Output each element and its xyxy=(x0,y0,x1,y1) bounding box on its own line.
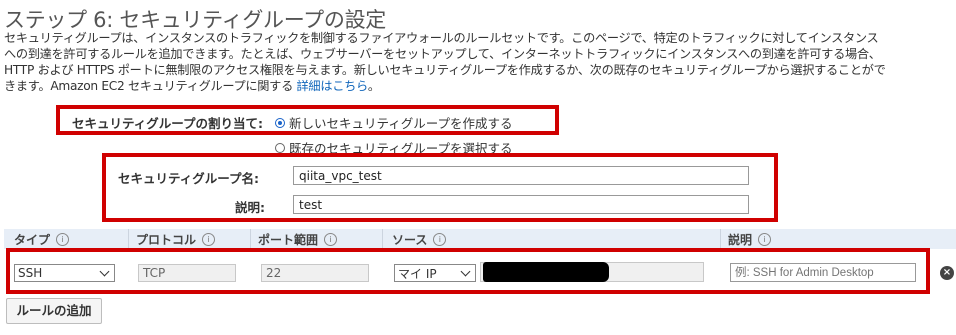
description-line-1: セキュリティグループは、インスタンスのトラフィックを制御するファイアウォールのル… xyxy=(4,31,879,45)
assign-label: セキュリティグループの割り当て: xyxy=(72,116,263,131)
radio-create-new[interactable]: 新しいセキュリティグループを作成する xyxy=(275,113,513,132)
header-type-label: タイプ xyxy=(14,233,51,247)
info-icon[interactable]: i xyxy=(758,233,772,246)
description-line-2: への到達を許可するルールを追加できます。たとえば、ウェブサーバーをセットアップし… xyxy=(4,47,881,61)
header-protocol-label: プロトコル xyxy=(136,233,197,247)
header-source: ソース i xyxy=(392,231,447,248)
header-port-range: ポート範囲 i xyxy=(258,231,338,248)
header-divider xyxy=(128,229,129,249)
radio-create-new-icon[interactable] xyxy=(275,117,285,128)
source-select[interactable]: マイ IP xyxy=(394,264,476,282)
info-icon[interactable]: i xyxy=(324,233,338,246)
header-divider xyxy=(250,229,251,249)
delete-rule-icon[interactable]: × xyxy=(940,266,954,280)
chevron-down-icon xyxy=(99,266,110,276)
group-description-label: 説明: xyxy=(235,200,265,215)
info-icon[interactable]: i xyxy=(433,233,447,246)
header-divider xyxy=(720,229,721,249)
description-line-4: きます。Amazon EC2 セキュリティグループに関する xyxy=(4,79,297,93)
type-select[interactable]: SSH xyxy=(14,264,115,282)
info-icon[interactable]: i xyxy=(202,233,216,246)
details-suffix: 。 xyxy=(367,79,380,93)
protocol-field: TCP xyxy=(138,264,236,282)
port-range-field: 22 xyxy=(261,264,369,282)
header-description: 説明 i xyxy=(728,231,772,248)
chevron-down-icon xyxy=(460,266,471,276)
page-description: セキュリティグループは、インスタンスのトラフィックを制御するファイアウォールのル… xyxy=(4,30,954,94)
type-select-value: SSH xyxy=(18,266,43,280)
details-link[interactable]: 詳細はこちら xyxy=(297,79,369,93)
source-select-value: マイ IP xyxy=(398,266,437,281)
group-name-label: セキュリティグループ名: xyxy=(118,171,259,186)
header-source-label: ソース xyxy=(392,233,428,247)
radio-create-new-label: 新しいセキュリティグループを作成する xyxy=(289,116,513,131)
group-description-input[interactable] xyxy=(293,195,749,214)
header-port-range-label: ポート範囲 xyxy=(258,233,319,247)
header-divider xyxy=(382,229,383,249)
header-protocol: プロトコル i xyxy=(136,231,216,248)
header-type: タイプ i xyxy=(14,231,70,248)
redacted-ip-block xyxy=(483,262,609,282)
header-description-label: 説明 xyxy=(728,233,753,247)
source-cidr-field[interactable] xyxy=(480,262,704,282)
info-icon[interactable]: i xyxy=(56,233,70,246)
group-name-input[interactable] xyxy=(293,166,749,185)
radio-select-existing-icon[interactable] xyxy=(275,142,285,153)
rule-description-input[interactable] xyxy=(730,263,916,282)
description-line-3: HTTP および HTTPS ポートに無制限のアクセス権限を与えます。新しいセキ… xyxy=(4,63,886,77)
add-rule-button[interactable]: ルールの追加 xyxy=(6,298,102,324)
